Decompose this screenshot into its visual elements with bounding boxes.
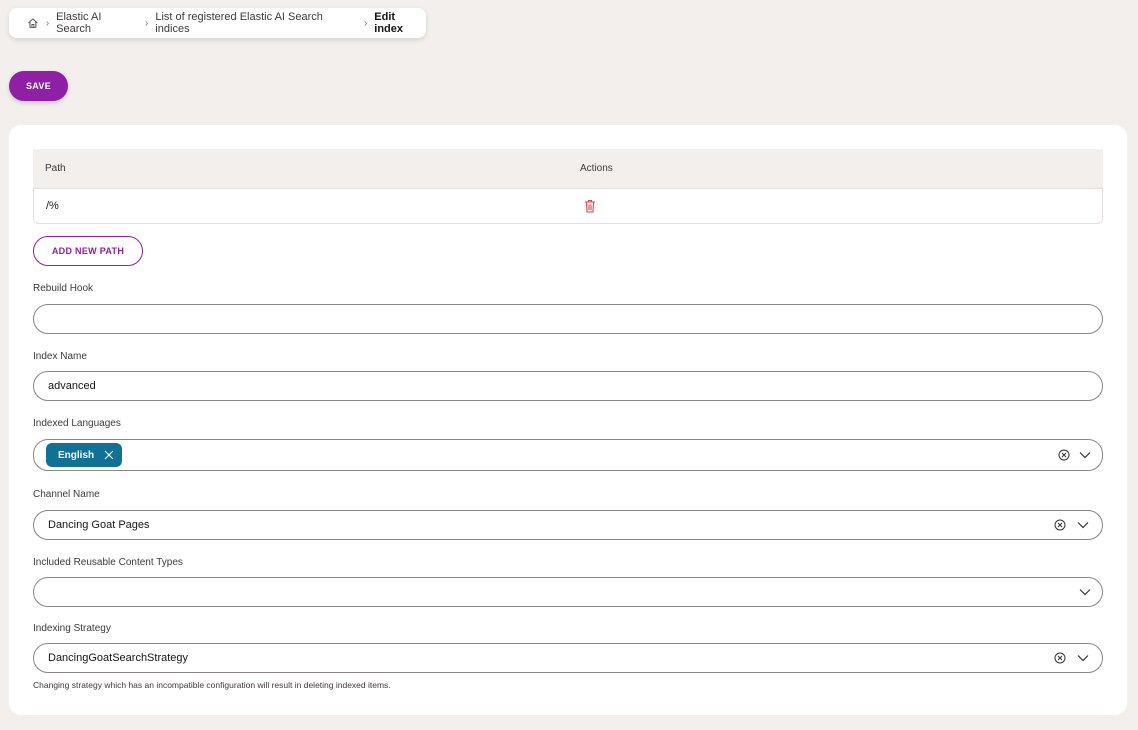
- clear-icon[interactable]: [1054, 652, 1066, 664]
- breadcrumb-separator: ›: [45, 17, 50, 29]
- paths-table: Path Actions /%: [33, 149, 1103, 224]
- indexing-strategy-select[interactable]: DancingGoatSearchStrategy: [33, 643, 1103, 673]
- close-icon[interactable]: [104, 450, 114, 460]
- indexing-strategy-label: Indexing Strategy: [33, 623, 111, 634]
- breadcrumb-current: Edit index: [374, 11, 404, 35]
- column-header-path: Path: [45, 163, 66, 174]
- breadcrumb: › Elastic AI Search › List of registered…: [9, 8, 426, 38]
- channel-name-select[interactable]: Dancing Goat Pages: [33, 510, 1103, 540]
- breadcrumb-separator: ›: [145, 17, 149, 29]
- table-row: /%: [33, 188, 1103, 224]
- paths-table-header: Path Actions: [33, 149, 1103, 188]
- breadcrumb-separator: ›: [363, 17, 368, 29]
- index-name-value: advanced: [48, 380, 96, 392]
- chip-label: English: [58, 449, 95, 461]
- channel-name-value: Dancing Goat Pages: [48, 519, 150, 531]
- indexing-strategy-hint: Changing strategy which has an incompati…: [33, 680, 391, 690]
- save-button[interactable]: SAVE: [9, 71, 68, 101]
- trash-icon[interactable]: [584, 199, 596, 213]
- chevron-down-icon[interactable]: [1077, 654, 1089, 662]
- add-new-path-button[interactable]: ADD NEW PATH: [33, 236, 143, 266]
- chevron-down-icon[interactable]: [1077, 521, 1089, 529]
- breadcrumb-item-indices-list[interactable]: List of registered Elastic AI Search ind…: [155, 11, 357, 35]
- breadcrumb-item-elastic-ai-search[interactable]: Elastic AI Search: [56, 11, 138, 35]
- indexed-languages-select[interactable]: English: [33, 439, 1103, 471]
- path-cell: /%: [46, 200, 59, 212]
- home-icon[interactable]: [27, 17, 39, 29]
- channel-name-label: Channel Name: [33, 489, 100, 500]
- column-header-actions: Actions: [580, 163, 613, 174]
- chevron-down-icon[interactable]: [1079, 588, 1091, 596]
- reusable-types-select[interactable]: [33, 577, 1103, 607]
- indexing-strategy-value: DancingGoatSearchStrategy: [48, 652, 189, 664]
- clear-icon[interactable]: [1054, 519, 1066, 531]
- edit-index-card: Path Actions /% ADD NEW PATH Rebuild Hoo…: [9, 125, 1127, 715]
- indexed-languages-label: Indexed Languages: [33, 418, 121, 429]
- chevron-down-icon[interactable]: [1079, 451, 1091, 459]
- rebuild-hook-input[interactable]: [33, 304, 1103, 334]
- language-chip-english: English: [46, 443, 123, 467]
- reusable-types-label: Included Reusable Content Types: [33, 557, 183, 568]
- index-name-label: Index Name: [33, 351, 87, 362]
- clear-icon[interactable]: [1058, 449, 1070, 461]
- index-name-input[interactable]: advanced: [33, 371, 1103, 401]
- rebuild-hook-label: Rebuild Hook: [33, 283, 94, 294]
